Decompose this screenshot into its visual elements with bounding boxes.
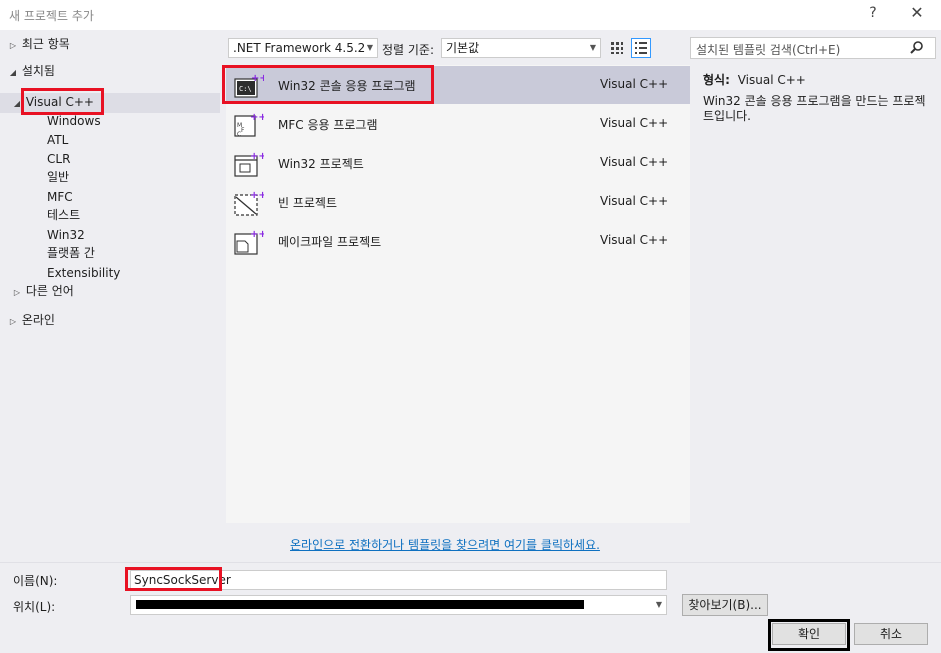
- template-language: Visual C++: [600, 194, 669, 208]
- template-language: Visual C++: [600, 155, 669, 169]
- template-language: Visual C++: [600, 116, 669, 130]
- details-panel: 형식: Visual C++ Win32 콘솔 응용 프로그램을 만드는 프로젝…: [695, 65, 935, 525]
- template-name: 빈 프로젝트: [278, 196, 338, 210]
- tree-item-extensibility[interactable]: Extensibility: [47, 264, 120, 282]
- expand-icon: ▷: [13, 288, 21, 297]
- tree-item-online[interactable]: ▷ 온라인: [8, 311, 55, 329]
- tree-item-other-languages[interactable]: ▷ 다른 언어: [12, 282, 74, 300]
- tree-item-label: 최근 항목: [21, 37, 70, 51]
- tree-item-atl[interactable]: ATL: [47, 131, 68, 149]
- window-title: 새 프로젝트 추가: [9, 9, 94, 23]
- tree-item-label: 설치됨: [21, 64, 55, 78]
- template-item-win32-project[interactable]: ++ Win32 프로젝트 Visual C++: [226, 144, 690, 182]
- tree-item-windows[interactable]: Windows: [47, 112, 101, 130]
- svg-text:F: F: [241, 127, 245, 134]
- template-description: Win32 콘솔 응용 프로그램을 만드는 프로젝트입니다.: [703, 94, 926, 123]
- chevron-down-icon: ▼: [589, 43, 596, 52]
- type-value: Visual C++: [737, 73, 806, 87]
- small-icons-view-button[interactable]: [607, 38, 627, 58]
- sort-select-value: 기본값: [446, 41, 480, 55]
- svg-text:++: ++: [250, 151, 264, 162]
- svg-text:C: C: [237, 131, 241, 138]
- grid-icon: [611, 42, 623, 54]
- template-language: Visual C++: [600, 77, 669, 91]
- template-item-mfc[interactable]: M F C ++ MFC 응용 프로그램 Visual C++: [226, 105, 690, 143]
- search-icon: [910, 41, 923, 54]
- sort-select[interactable]: 기본값 ▼: [441, 38, 601, 58]
- location-combobox[interactable]: ▼: [130, 595, 667, 615]
- win32-project-icon: ++: [234, 151, 264, 177]
- tree-item-label: 다른 언어: [25, 284, 74, 298]
- redacted-location-path: [136, 600, 584, 609]
- chevron-down-icon: ▼: [366, 43, 373, 52]
- template-tree: ▷ 최근 항목 ◢ 설치됨 ◢ Visual C++ Windows ATL C…: [0, 32, 220, 562]
- collapse-icon: ◢: [9, 68, 17, 77]
- svg-text:++: ++: [250, 229, 264, 240]
- tree-item-win32[interactable]: Win32: [47, 226, 85, 244]
- highlight-box-visual-cpp: [21, 88, 104, 115]
- template-name: 메이크파일 프로젝트: [278, 235, 382, 249]
- name-label: 이름(N):: [13, 574, 58, 588]
- expand-icon: ▷: [9, 317, 17, 326]
- tree-item-installed[interactable]: ◢ 설치됨: [8, 62, 55, 80]
- makefile-project-icon: ++: [234, 229, 264, 255]
- template-list: C:\ ++ Win32 콘솔 응용 프로그램 Visual C++ M F C…: [226, 65, 690, 523]
- browse-button[interactable]: 찾아보기(B)...: [682, 594, 768, 616]
- tree-item-label: 온라인: [21, 313, 55, 327]
- type-label: 형식:: [703, 73, 730, 87]
- close-button[interactable]: ✕: [907, 3, 927, 22]
- expand-icon: ▷: [9, 41, 17, 50]
- tree-item-cross-platform[interactable]: 플랫폼 간: [47, 244, 95, 262]
- type-row: 형식: Visual C++: [703, 71, 806, 88]
- template-item-makefile-project[interactable]: ++ 메이크파일 프로젝트 Visual C++: [226, 222, 690, 260]
- highlight-box-win32-console: [222, 65, 434, 104]
- template-item-empty-project[interactable]: ++ 빈 프로젝트 Visual C++: [226, 183, 690, 221]
- cancel-button[interactable]: 취소: [854, 623, 928, 645]
- location-label: 위치(L):: [13, 600, 56, 614]
- highlight-box-project-name: [125, 567, 222, 591]
- list-icon: [635, 42, 647, 54]
- title-bar: 새 프로젝트 추가 ? ✕: [0, 0, 941, 30]
- tree-item-mfc[interactable]: MFC: [47, 188, 73, 206]
- tree-item-clr[interactable]: CLR: [47, 150, 70, 168]
- mfc-app-icon: M F C ++: [234, 112, 264, 138]
- svg-text:++: ++: [250, 112, 264, 123]
- framework-select[interactable]: .NET Framework 4.5.2 ▼: [228, 38, 378, 58]
- search-placeholder: 설치된 템플릿 검색(Ctrl+E): [696, 43, 841, 57]
- online-templates-link[interactable]: 온라인으로 전환하거나 템플릿을 찾으려면 여기를 클릭하세요.: [290, 536, 600, 553]
- separator: [0, 562, 941, 563]
- template-name: Win32 프로젝트: [278, 157, 364, 171]
- template-language: Visual C++: [600, 233, 669, 247]
- framework-select-value: .NET Framework 4.5.2: [233, 41, 366, 55]
- tree-item-general[interactable]: 일반: [47, 168, 69, 186]
- template-name: MFC 응용 프로그램: [278, 118, 378, 132]
- chevron-down-icon: ▼: [655, 600, 662, 609]
- svg-text:++: ++: [250, 190, 264, 201]
- tree-item-test[interactable]: 테스트: [47, 206, 80, 224]
- template-search-box[interactable]: 설치된 템플릿 검색(Ctrl+E): [690, 37, 936, 59]
- tree-item-recent[interactable]: ▷ 최근 항목: [8, 35, 70, 53]
- sort-label: 정렬 기준:: [382, 43, 435, 57]
- empty-project-icon: ++: [234, 190, 264, 216]
- list-view-button[interactable]: [631, 38, 651, 58]
- help-button[interactable]: ?: [864, 5, 882, 21]
- highlight-box-ok: [768, 619, 850, 651]
